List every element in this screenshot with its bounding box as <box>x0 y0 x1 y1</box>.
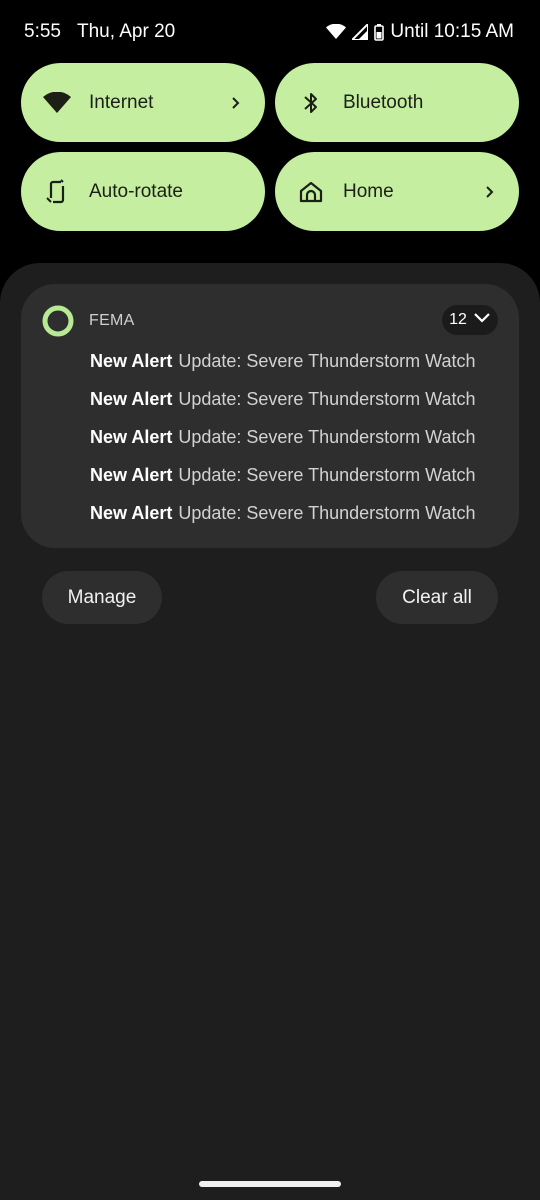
tile-home[interactable]: Home <box>275 152 519 231</box>
tile-home-label: Home <box>343 180 394 202</box>
tile-bluetooth-label: Bluetooth <box>343 91 424 113</box>
wifi-icon <box>326 24 347 40</box>
status-date: Thu, Apr 20 <box>77 21 176 42</box>
notification-item[interactable]: New Alert Update: Severe Thunderstorm Wat… <box>90 501 495 539</box>
notification-list: New Alert Update: Severe Thunderstorm Wat… <box>90 349 495 539</box>
notification-count: 12 <box>449 311 467 328</box>
gesture-nav-handle[interactable] <box>199 1181 341 1187</box>
status-bar: 5:55 Thu, Apr 20 Until 10:15 AM <box>0 0 540 64</box>
chevron-right-icon <box>483 185 497 199</box>
chevron-right-icon <box>229 96 243 110</box>
notification-item[interactable]: New Alert Update: Severe Thunderstorm Wat… <box>90 425 495 463</box>
notification-item[interactable]: New Alert Update: Severe Thunderstorm Wat… <box>90 349 495 387</box>
notification-text: Update: Severe Thunderstorm Watch <box>178 465 476 485</box>
notification-item[interactable]: New Alert Update: Severe Thunderstorm Wat… <box>90 463 495 501</box>
tile-internet-label: Internet <box>89 91 154 113</box>
notification-title: New Alert <box>90 351 173 371</box>
app-name: FEMA <box>89 312 135 329</box>
notification-title: New Alert <box>90 465 173 485</box>
tile-autorotate[interactable]: Auto-rotate <box>21 152 265 231</box>
tile-bluetooth[interactable]: Bluetooth <box>275 63 519 142</box>
status-time: 5:55 <box>24 21 61 42</box>
rotate-icon <box>43 178 71 206</box>
notification-item[interactable]: New Alert Update: Severe Thunderstorm Wat… <box>90 387 495 425</box>
wifi-icon <box>43 89 71 117</box>
signal-icon <box>352 24 369 40</box>
notification-text: Update: Severe Thunderstorm Watch <box>178 427 476 447</box>
fema-app-icon <box>42 305 74 337</box>
status-icons: Until 10:15 AM <box>326 21 514 43</box>
notification-group-fema[interactable]: FEMA 12 New Alert Update: Severe Thunders… <box>21 284 519 548</box>
notification-shade-screen: 5:55 Thu, Apr 20 Until 10:15 AM Internet <box>0 0 540 1200</box>
tile-autorotate-label: Auto-rotate <box>89 180 183 202</box>
bluetooth-icon <box>297 89 325 117</box>
notification-text: Update: Severe Thunderstorm Watch <box>178 503 476 523</box>
home-icon <box>297 178 325 206</box>
battery-status-text: Until 10:15 AM <box>390 21 514 42</box>
expand-count-button[interactable]: 12 <box>442 305 498 335</box>
tile-internet[interactable]: Internet <box>21 63 265 142</box>
notification-title: New Alert <box>90 427 173 447</box>
clear-all-button[interactable]: Clear all <box>376 571 498 624</box>
notification-title: New Alert <box>90 503 173 523</box>
notification-text: Update: Severe Thunderstorm Watch <box>178 389 476 409</box>
battery-icon <box>374 23 385 41</box>
notification-title: New Alert <box>90 389 173 409</box>
chevron-down-icon <box>473 311 491 329</box>
notification-text: Update: Severe Thunderstorm Watch <box>178 351 476 371</box>
manage-button[interactable]: Manage <box>42 571 162 624</box>
